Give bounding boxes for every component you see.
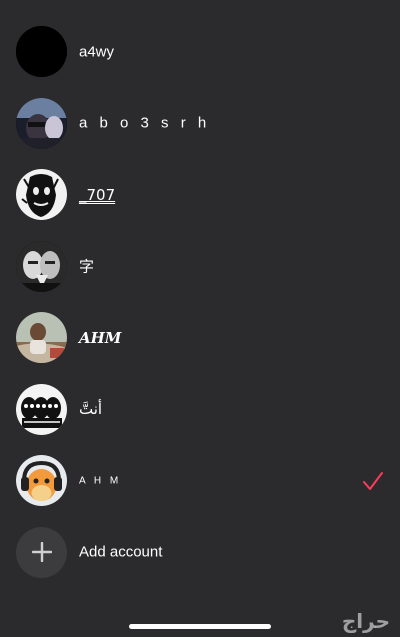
avatar bbox=[16, 26, 67, 77]
account-name: a b o 3 s r h bbox=[79, 114, 211, 132]
watermark-logo: حراج bbox=[341, 609, 390, 633]
plus-icon bbox=[16, 526, 67, 578]
account-name: AHM bbox=[79, 328, 122, 347]
account-row-ahm-selected[interactable]: A H M bbox=[0, 445, 400, 517]
account-row-a4wy[interactable]: a4wy bbox=[0, 16, 400, 88]
avatar bbox=[16, 240, 67, 292]
avatar bbox=[16, 455, 67, 506]
avatar bbox=[16, 169, 67, 220]
account-row-kanji[interactable]: 字 bbox=[0, 231, 400, 303]
account-row-abo3srh[interactable]: a b o 3 s r h bbox=[0, 88, 400, 160]
add-account-label: Add account bbox=[79, 543, 163, 561]
account-name: _707 bbox=[79, 185, 116, 204]
account-name: أنتَّ bbox=[79, 401, 103, 419]
account-name: A H M bbox=[79, 475, 122, 487]
account-name: a4wy bbox=[79, 43, 115, 61]
account-row-ahm[interactable]: AHM bbox=[0, 302, 400, 374]
account-name: 字 bbox=[79, 258, 95, 276]
account-row-ant[interactable]: أنتَّ bbox=[0, 374, 400, 446]
checkmark-icon bbox=[363, 471, 383, 490]
avatar bbox=[16, 312, 67, 363]
add-account-button[interactable]: Add account bbox=[0, 517, 400, 589]
avatar bbox=[16, 383, 67, 435]
account-list: a4wy a b o 3 s r h _707 字 AHM أنتَّ A H … bbox=[0, 16, 400, 588]
account-row-707[interactable]: _707 bbox=[0, 159, 400, 231]
home-indicator[interactable] bbox=[129, 624, 271, 629]
avatar bbox=[16, 97, 67, 149]
